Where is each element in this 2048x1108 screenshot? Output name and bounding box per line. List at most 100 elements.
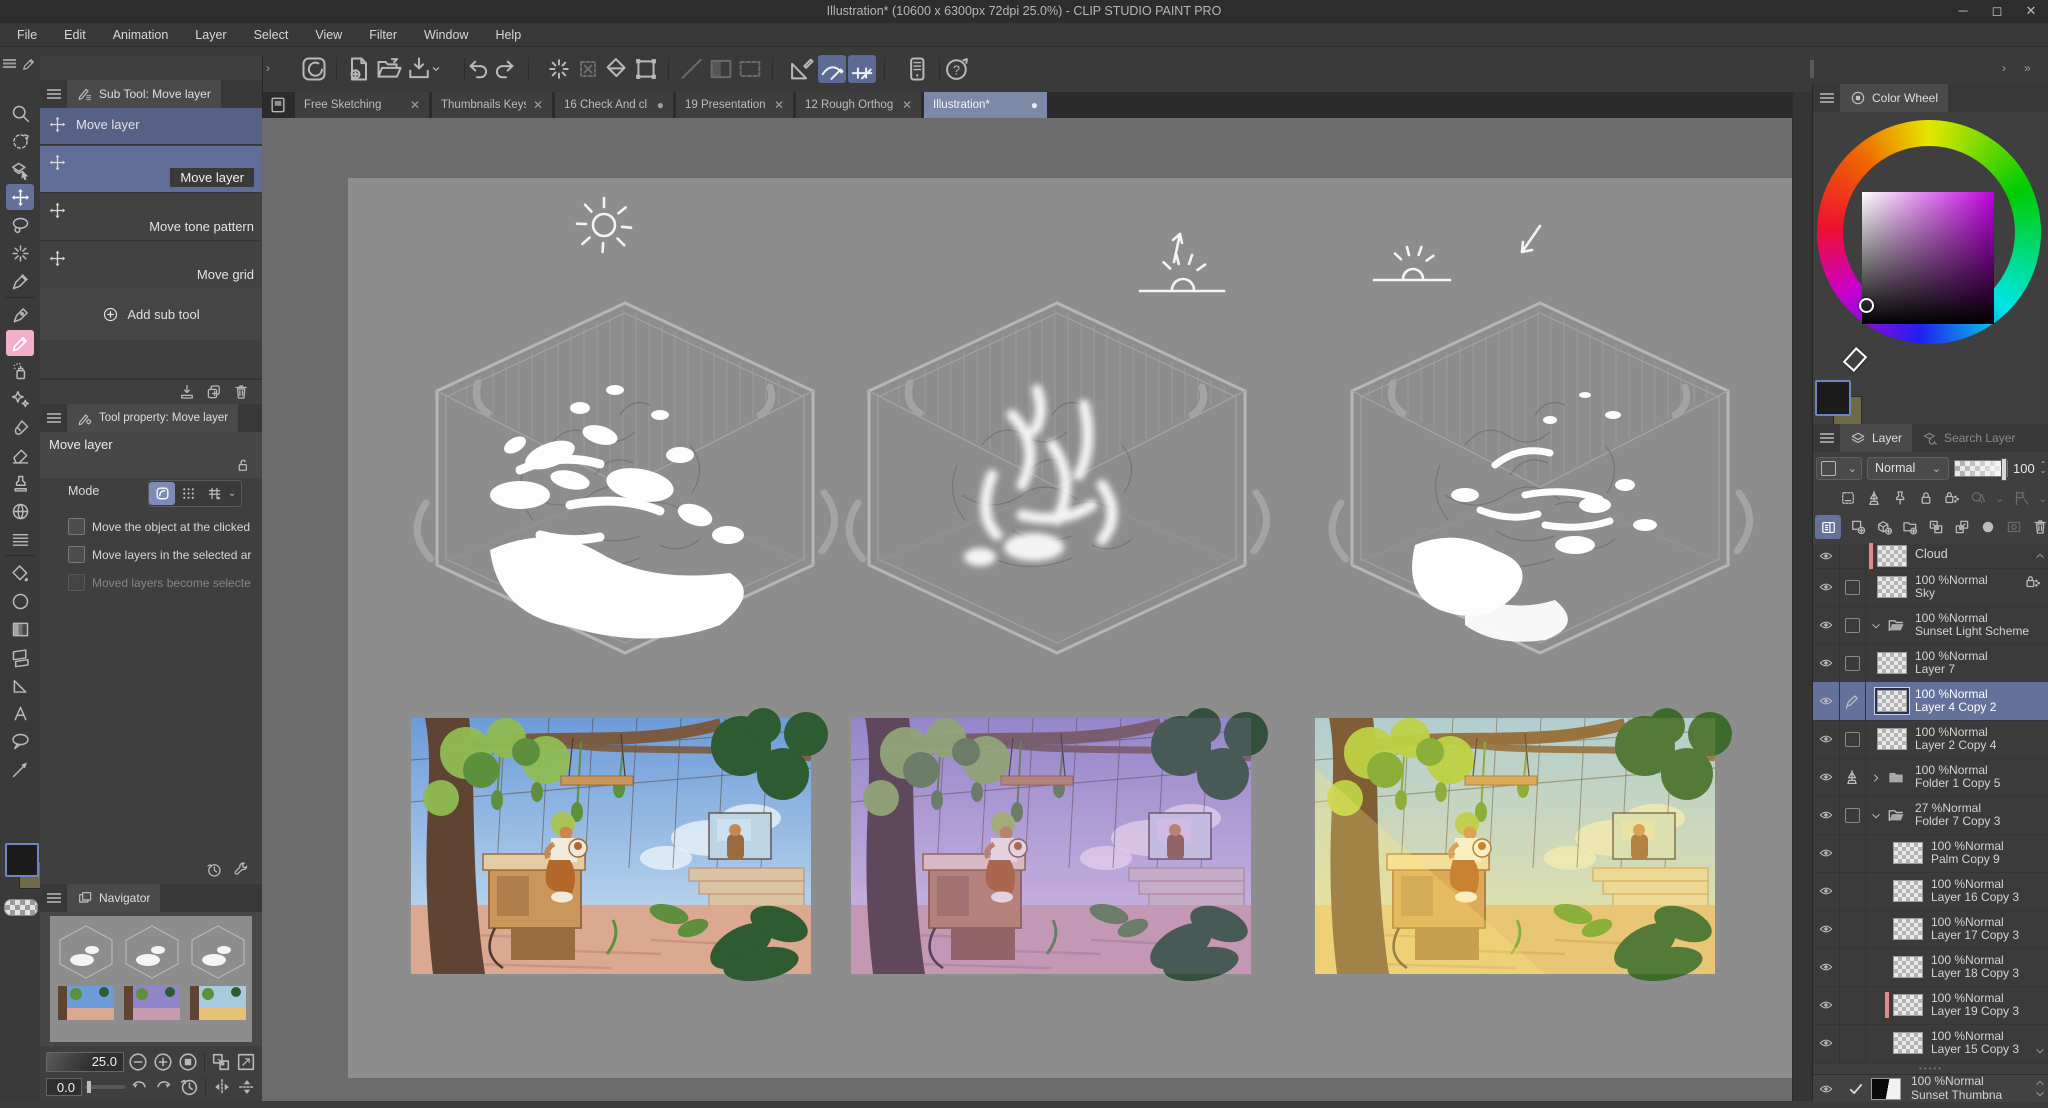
- layer-visibility-eye[interactable]: [1816, 1035, 1836, 1051]
- scroll-down-icon[interactable]: [2033, 1042, 2047, 1060]
- subtool-menu-icon[interactable]: [47, 89, 61, 99]
- dock-expand-icon[interactable]: »: [2024, 61, 2031, 75]
- layer-thumbnail[interactable]: [1877, 576, 1907, 598]
- layer-visibility-eye[interactable]: [1816, 883, 1836, 899]
- tool-move[interactable]: [6, 184, 34, 210]
- layer-thumbnail[interactable]: [1893, 918, 1923, 940]
- layer-visibility-eye[interactable]: [1816, 959, 1836, 975]
- dock-grip[interactable]: [1810, 60, 1814, 78]
- layer-visibility-eye[interactable]: [1816, 1081, 1836, 1097]
- layer-thumbnail[interactable]: [1877, 652, 1907, 674]
- rotation-slider[interactable]: [85, 1085, 125, 1089]
- line-tool-button[interactable]: [678, 55, 706, 83]
- tab-close-icon[interactable]: ✕: [533, 98, 543, 112]
- layer-visibility-eye[interactable]: [1816, 731, 1836, 747]
- sv-cursor[interactable]: [1859, 298, 1874, 313]
- redo-button[interactable]: [492, 55, 520, 83]
- layer-visibility-eye[interactable]: [1816, 548, 1836, 564]
- tool-eraser[interactable]: [6, 442, 34, 468]
- toolstrip-menu-icon[interactable]: [3, 59, 16, 68]
- tool-text[interactable]: [6, 700, 34, 726]
- layer-thumbnail[interactable]: [1893, 842, 1923, 864]
- search-layer-tab[interactable]: Search Layer: [1912, 424, 2025, 452]
- rotation-value[interactable]: 0.0: [46, 1078, 82, 1096]
- menu-file[interactable]: File: [17, 28, 37, 42]
- tool-pencil[interactable]: [6, 330, 34, 356]
- colorwheel-tab[interactable]: Color Wheel: [1840, 84, 1948, 112]
- pin-icon[interactable]: [1891, 489, 1909, 507]
- tool-ellipse[interactable]: [6, 588, 34, 614]
- tab-close-icon[interactable]: ✕: [902, 98, 912, 112]
- new-3d-icon[interactable]: [1875, 518, 1893, 536]
- layer-visibility-eye[interactable]: [1816, 579, 1836, 595]
- layer-visibility-eye[interactable]: [1816, 769, 1836, 785]
- tool-hatch-lines[interactable]: [6, 526, 34, 552]
- select-additional-button[interactable]: [545, 55, 573, 83]
- tab-close-icon[interactable]: ✕: [774, 98, 784, 112]
- merge-down-icon[interactable]: [1953, 518, 1971, 536]
- layer-row[interactable]: Cloud: [1813, 544, 2048, 569]
- navigator-menu-icon[interactable]: [47, 893, 61, 903]
- layer-row[interactable]: 100 %NormalFolder 1 Copy 5: [1813, 758, 2048, 797]
- tab-modified-dot[interactable]: ●: [1031, 98, 1038, 112]
- tool-blend-stamp[interactable]: [6, 470, 34, 496]
- unlock-icon[interactable]: [234, 456, 252, 474]
- tool-fill[interactable]: [6, 560, 34, 586]
- document-tab[interactable]: 12 Rough Orthog✕: [796, 92, 922, 118]
- tool-magic-wand[interactable]: [6, 240, 34, 266]
- opacity-spinner[interactable]: ⌃⌄: [2040, 462, 2047, 474]
- collapse-icon[interactable]: [1869, 807, 1883, 825]
- toolproperty-option[interactable]: Move the object at the clicked: [68, 518, 258, 535]
- mask-circle-icon[interactable]: [1979, 518, 1997, 536]
- layer-row[interactable]: 100 %NormalLayer 19 Copy 3: [1813, 986, 2048, 1025]
- right-dock-divider[interactable]: [1792, 92, 1813, 1101]
- mode-move-grid-button[interactable]: [201, 482, 227, 505]
- mode-dropdown-icon[interactable]: ⌄: [228, 488, 236, 499]
- foreground-color-swatch[interactable]: [5, 843, 39, 877]
- layer-row[interactable]: 100 %NormalLayer 15 Copy 3: [1813, 1024, 2048, 1063]
- layer-checkbox[interactable]: [1845, 656, 1860, 671]
- layer-checkbox[interactable]: [1845, 618, 1860, 633]
- maximize-button[interactable]: ◻: [1980, 0, 2014, 23]
- tool-pen[interactable]: [6, 302, 34, 328]
- new-document-button[interactable]: [345, 55, 373, 83]
- subtool-item[interactable]: Move layer: [40, 108, 262, 145]
- layer-row[interactable]: 100 %NormalLayer 2 Copy 4: [1813, 720, 2048, 759]
- menu-filter[interactable]: Filter: [369, 28, 397, 42]
- transform-button[interactable]: [632, 55, 660, 83]
- option-checkbox[interactable]: [68, 546, 85, 563]
- menu-edit[interactable]: Edit: [64, 28, 86, 42]
- navigator-tab[interactable]: Navigator: [67, 884, 160, 912]
- help-button[interactable]: ?: [943, 55, 971, 83]
- zoom-in-button[interactable]: [152, 1051, 174, 1073]
- tool-ruler[interactable]: [6, 672, 34, 698]
- zoom-value[interactable]: 25.0: [46, 1052, 124, 1072]
- menu-layer[interactable]: Layer: [195, 28, 226, 42]
- layer-thumbnail[interactable]: [1871, 1078, 1901, 1100]
- fill-drop-button[interactable]: [603, 55, 631, 83]
- layer-thumbnail[interactable]: [1877, 728, 1907, 750]
- rotate-right-button[interactable]: [153, 1076, 175, 1098]
- layer-visibility-eye[interactable]: [1816, 693, 1836, 709]
- layer-row[interactable]: 100 %NormalLayer 7: [1813, 644, 2048, 683]
- tool-airbrush[interactable]: [6, 358, 34, 384]
- layer-checkbox[interactable]: [1845, 732, 1860, 747]
- toolproperty-option[interactable]: Moved layers become selecte: [68, 574, 258, 591]
- tablet-companion-button[interactable]: [903, 55, 931, 83]
- gradient-tool-button[interactable]: [707, 55, 735, 83]
- tool-figure[interactable]: [6, 498, 34, 524]
- layer-list-resize-grip[interactable]: •••••: [1813, 1064, 2048, 1074]
- mast-icon[interactable]: [1843, 768, 1861, 786]
- dock-next-icon[interactable]: ›: [2002, 61, 2006, 75]
- zoom-reset-button[interactable]: [177, 1051, 199, 1073]
- tab-close-icon[interactable]: ✕: [410, 98, 420, 112]
- tab-modified-dot[interactable]: ●: [657, 98, 664, 112]
- mode-move-layer-button[interactable]: [149, 482, 175, 505]
- transfer-down-icon[interactable]: [1927, 518, 1945, 536]
- scroll-up-icon[interactable]: [2033, 547, 2047, 565]
- tool-decoration[interactable]: [6, 386, 34, 412]
- menu-view[interactable]: View: [315, 28, 342, 42]
- layer-menu-icon[interactable]: [1820, 433, 1834, 443]
- navigator-preview[interactable]: [40, 912, 262, 1046]
- scroll-down-icon[interactable]: [2033, 1085, 2047, 1103]
